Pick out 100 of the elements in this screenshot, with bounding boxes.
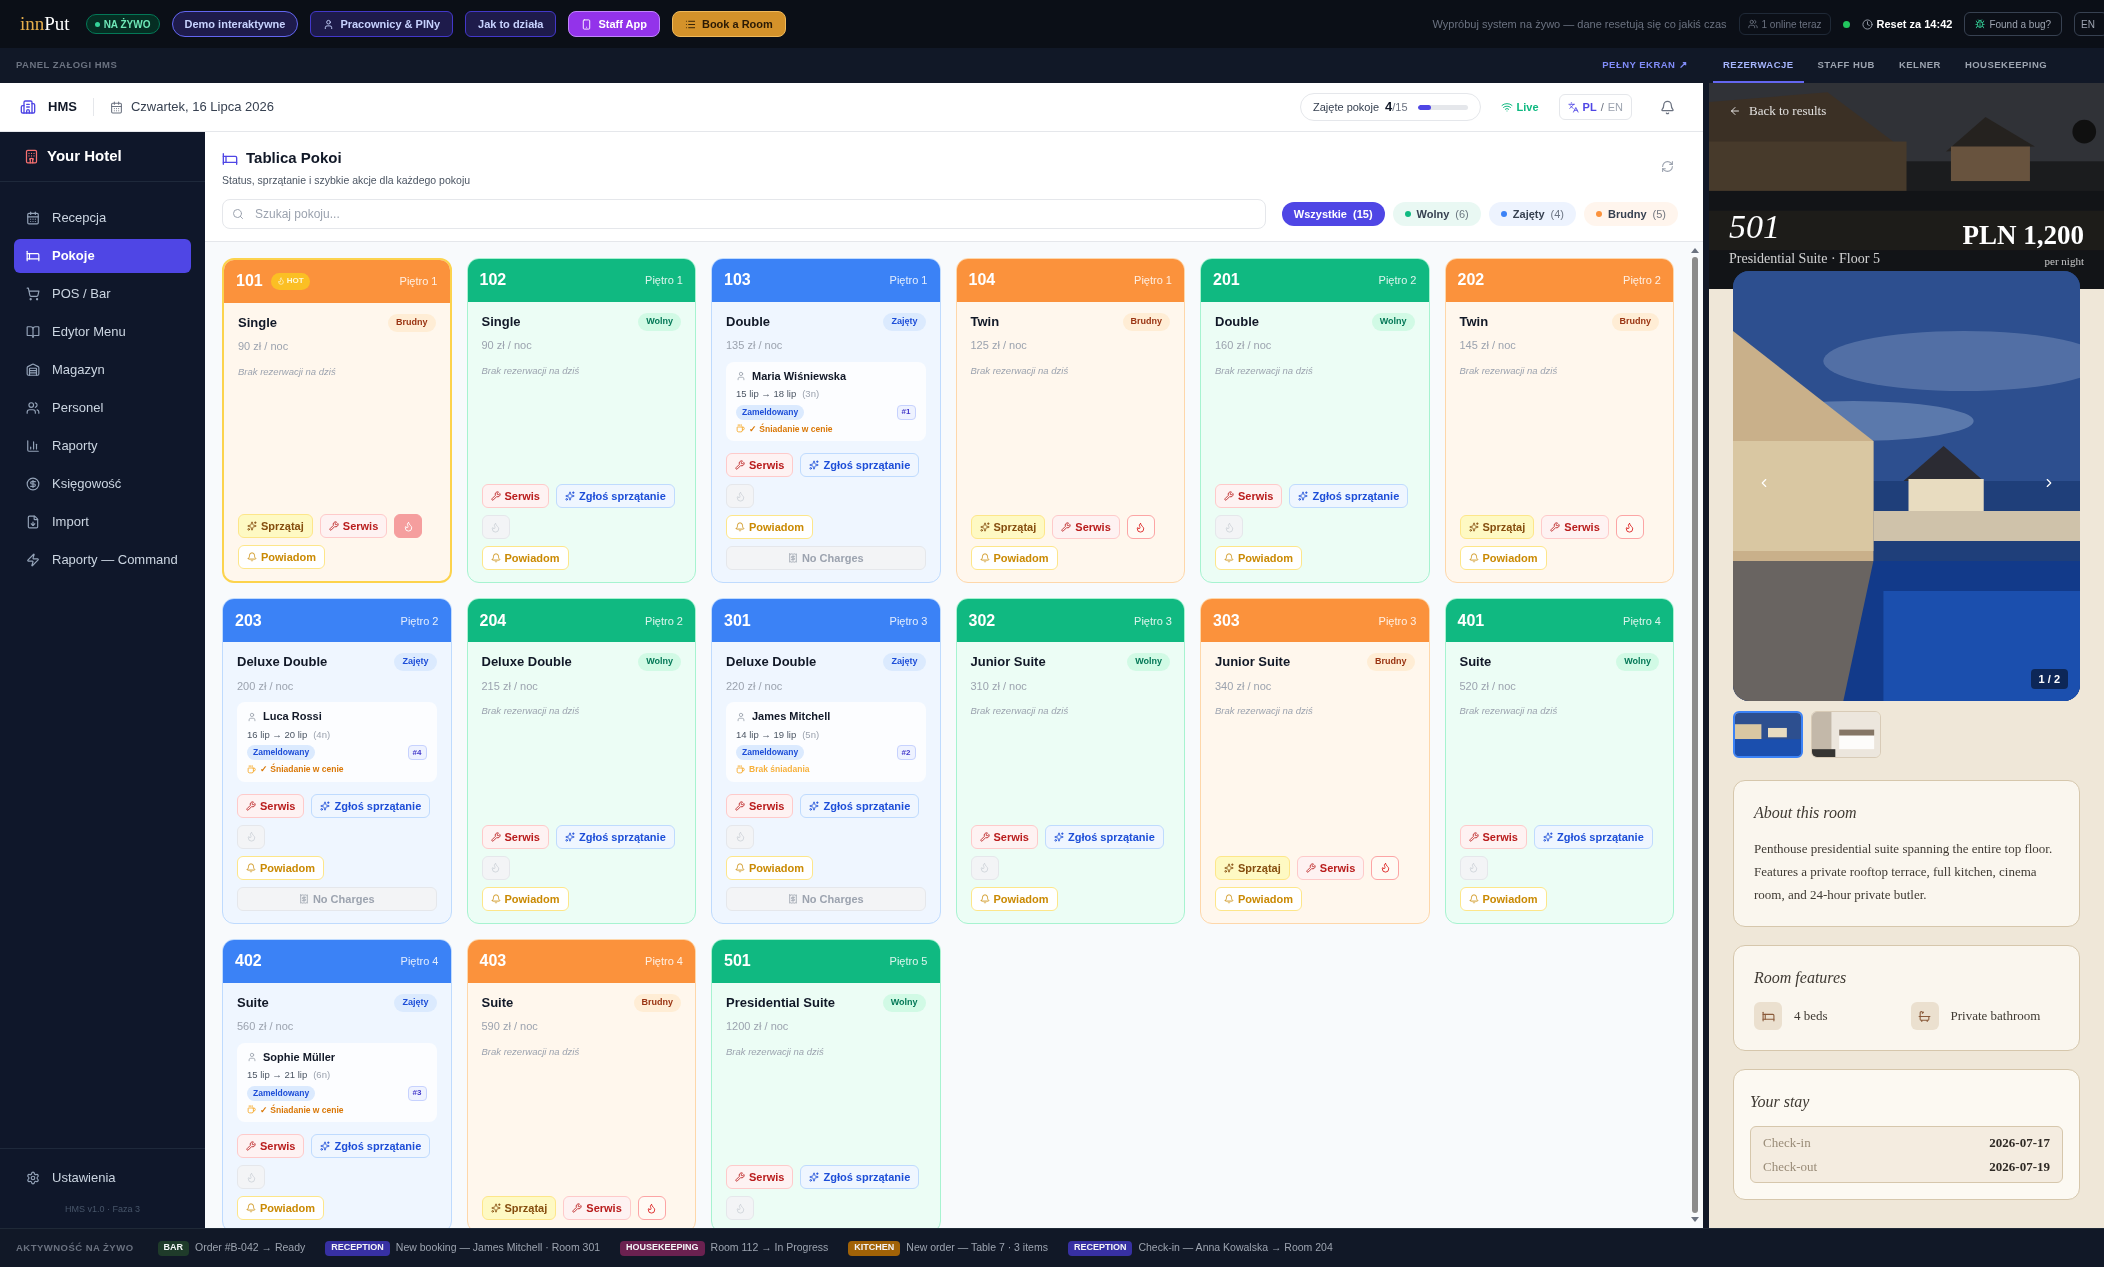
sparkle-icon xyxy=(1224,862,1234,873)
sidebar-item[interactable]: Raporty — Command xyxy=(14,543,191,577)
status-badge: Brudny xyxy=(388,313,436,332)
sidebar-item[interactable]: Personel xyxy=(14,391,191,425)
filter-chip[interactable]: Wszystkie (15) xyxy=(1281,201,1385,226)
room-number: 303 xyxy=(1213,610,1240,631)
report-cleaning-button[interactable]: Zgłoś sprzątanie xyxy=(1044,824,1164,849)
sparkle-icon xyxy=(320,800,331,811)
sidebar-item[interactable]: Recepcja xyxy=(14,201,191,235)
settings-item[interactable]: Ustawienia xyxy=(14,1160,191,1195)
coffee-icon xyxy=(247,1105,256,1115)
stay-label: Check-in xyxy=(1763,1134,1811,1152)
photo-thumbnail[interactable] xyxy=(1811,711,1881,758)
clean-button[interactable]: Sprzątaj xyxy=(481,1196,557,1221)
scrollbar[interactable] xyxy=(1691,247,1699,1222)
hot-toggle-button[interactable] xyxy=(394,514,423,539)
room-number: 102 xyxy=(479,270,507,291)
sidebar-item[interactable]: Import xyxy=(14,505,191,539)
status-badge: Brudny xyxy=(1367,653,1415,671)
service-button[interactable]: Serwis xyxy=(237,793,305,818)
app-name: HMS xyxy=(48,98,77,117)
book-room-button[interactable]: Book a Room xyxy=(671,11,786,37)
report-cleaning-button[interactable]: Zgłoś sprzątanie xyxy=(311,1134,431,1159)
language-option[interactable]: PL xyxy=(1582,98,1597,116)
wrench-icon xyxy=(328,521,339,532)
demo-button[interactable]: Demo interaktywne xyxy=(171,11,299,37)
hot-toggle-button[interactable] xyxy=(637,1196,666,1221)
sidebar-item[interactable]: Raporty xyxy=(14,429,191,463)
service-button[interactable]: Serwis xyxy=(481,484,549,509)
sidebar-item[interactable]: POS / Bar xyxy=(14,277,191,311)
report-cleaning-button[interactable]: Zgłoś sprzątanie xyxy=(1289,484,1409,509)
notifications-icon[interactable] xyxy=(1660,99,1675,115)
service-button[interactable]: Serwis xyxy=(1215,484,1283,509)
service-button[interactable]: Serwis xyxy=(237,1134,305,1159)
service-button[interactable]: Serwis xyxy=(726,453,794,478)
sidebar-item[interactable]: Edytor Menu xyxy=(14,315,191,349)
search-field[interactable]: Szukaj pokoju... xyxy=(222,198,1266,229)
room-number: 402 xyxy=(235,951,262,972)
room-price: 215 zł / noc xyxy=(481,678,539,694)
report-cleaning-button[interactable]: Zgłoś sprzątanie xyxy=(555,484,675,509)
service-button[interactable]: Serwis xyxy=(726,793,794,818)
hot-toggle-button[interactable] xyxy=(1615,515,1644,540)
sidebar-item[interactable]: Pokoje xyxy=(14,239,191,273)
about-title: About this room xyxy=(1754,803,1858,823)
reset-timer: Reset za 14:42 xyxy=(1861,15,1953,33)
room-number: 302 xyxy=(968,610,996,631)
no-booking-note: Brak rezerwacji na dziś xyxy=(726,1044,825,1059)
no-booking-note: Brak rezerwacji na dziś xyxy=(481,1044,581,1059)
room-type: Presidential Suite xyxy=(726,993,836,1012)
clean-button[interactable]: Sprzątaj xyxy=(970,515,1046,540)
service-button[interactable]: Serwis xyxy=(1459,824,1527,849)
board-subtitle: Status, sprzątanie i szybkie akcje dla każdego pokoju xyxy=(222,173,472,188)
hot-toggle-button[interactable] xyxy=(1126,515,1155,540)
panel-tab[interactable]: HOUSEKEEPING xyxy=(1954,50,2058,83)
refresh-icon[interactable] xyxy=(1661,160,1674,173)
report-cleaning-button[interactable]: Zgłoś sprzątanie xyxy=(555,824,675,849)
fullscreen-link[interactable]: PEŁNY EKRAN ↗ xyxy=(1602,58,1687,73)
staff-app-button[interactable]: Staff App xyxy=(568,11,660,37)
photo-thumbnail[interactable] xyxy=(1733,711,1803,758)
clean-button[interactable]: Sprzątaj xyxy=(238,514,313,539)
service-button[interactable]: Serwis xyxy=(319,514,388,539)
report-cleaning-button[interactable]: Zgłoś sprzątanie xyxy=(800,793,920,818)
report-cleaning-button[interactable]: Zgłoś sprzątanie xyxy=(311,793,431,818)
filter-chip[interactable]: Zajęty (4) xyxy=(1488,201,1577,226)
staff-button[interactable]: Pracownicy & PINy xyxy=(310,11,454,37)
bell-icon xyxy=(1224,553,1234,564)
service-button[interactable]: Serwis xyxy=(1296,855,1365,880)
bell-icon xyxy=(246,862,256,873)
service-button[interactable]: Serwis xyxy=(481,824,549,849)
service-button[interactable]: Serwis xyxy=(1052,515,1120,540)
checked-in-badge: Zameldowany xyxy=(736,404,805,420)
booking-number: #3 xyxy=(407,1085,427,1101)
service-button[interactable]: Serwis xyxy=(563,1196,631,1221)
service-button[interactable]: Serwis xyxy=(726,1165,794,1190)
guest-name: James Mitchell xyxy=(752,709,831,725)
language-button[interactable]: EN xyxy=(2074,12,2104,36)
service-button[interactable]: Serwis xyxy=(1541,515,1609,540)
flame-icon xyxy=(490,862,501,874)
filter-chip[interactable]: Brudny (5) xyxy=(1584,201,1678,226)
clean-button[interactable]: Sprzątaj xyxy=(1215,855,1290,880)
flame-icon xyxy=(402,520,414,532)
report-bug-button[interactable]: Found a bug? xyxy=(1964,12,2063,36)
flame-icon xyxy=(1468,862,1479,874)
report-cleaning-button[interactable]: Zgłoś sprzątanie xyxy=(1533,824,1653,849)
status-badge: Brudny xyxy=(1611,312,1659,331)
sidebar-item[interactable]: Magazyn xyxy=(14,353,191,387)
clean-button[interactable]: Sprzątaj xyxy=(1459,515,1535,540)
sidebar-item[interactable]: Księgowość xyxy=(14,467,191,501)
bell-icon xyxy=(979,893,990,904)
how-it-works-button[interactable]: Jak to działa xyxy=(465,11,557,37)
report-cleaning-button[interactable]: Zgłoś sprzątanie xyxy=(800,453,920,478)
panel-tab[interactable]: STAFF HUB xyxy=(1807,50,1885,83)
receipt-icon xyxy=(787,553,798,564)
service-button[interactable]: Serwis xyxy=(970,824,1038,849)
report-cleaning-button[interactable]: Zgłoś sprzątanie xyxy=(800,1165,920,1190)
panel-tab[interactable]: KELNER xyxy=(1888,50,1951,83)
floor-label: Piętro 5 xyxy=(889,954,928,969)
dollar-icon xyxy=(26,477,40,491)
filter-chip[interactable]: Wolny (6) xyxy=(1392,201,1481,226)
hot-toggle-button[interactable] xyxy=(1371,855,1400,880)
